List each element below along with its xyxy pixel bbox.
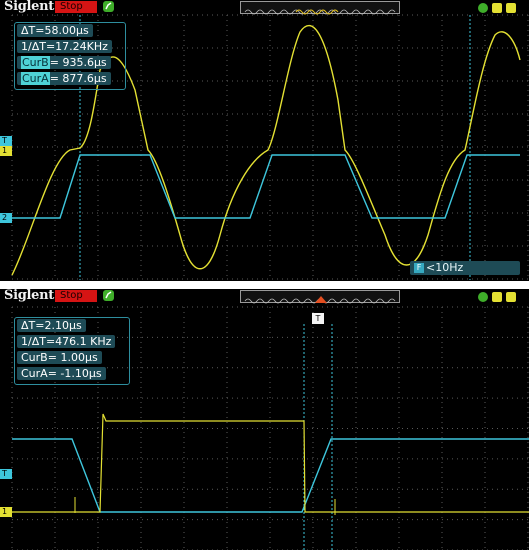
trigger-frequency-readout: F <10Hz [410, 261, 520, 275]
memory-waveform-icon [244, 296, 396, 304]
channel1-status-icon [492, 3, 502, 13]
readout-frequency: 1/ΔT=17.24KHz [17, 40, 112, 53]
run-state-badge[interactable]: Stop [55, 290, 97, 302]
status-bar-top: Siglent Stop [0, 0, 529, 15]
channel2-waveform [12, 438, 529, 513]
trigger-mode-icon [103, 1, 114, 12]
memory-timebase-bar[interactable] [240, 290, 400, 304]
readout-cursor-b: CurB= 1.00μs [17, 351, 102, 364]
trigger-mode-icon [103, 290, 114, 301]
trigger-level-marker[interactable]: T [0, 469, 12, 479]
channel2-status-icon [506, 292, 516, 302]
channel1-status-icon [492, 292, 502, 302]
readout-cursor-a: CurA= 877.6μs [17, 72, 111, 85]
status-icons [476, 289, 526, 303]
readout-cursor-a: CurA= -1.10μs [17, 367, 106, 380]
trigger-level-marker[interactable]: T [0, 136, 12, 146]
trigger-position-marker[interactable]: T [312, 313, 324, 324]
channel2-status-icon [506, 3, 516, 13]
channel2-offset-marker[interactable]: 2 [0, 213, 12, 223]
brand-logo: Siglent [4, 289, 54, 303]
memory-waveform-icon [244, 9, 396, 15]
readout-delta-t: ΔT=2.10μs [17, 319, 86, 332]
status-icons [476, 0, 526, 14]
readout-delta-t: ΔT=58.00μs [17, 24, 93, 37]
usb-icon [478, 292, 488, 302]
channel1-offset-marker[interactable]: 1 [0, 507, 12, 517]
status-bar-bottom: Siglent Stop [0, 289, 529, 304]
channel1-offset-marker[interactable]: 1 [0, 146, 12, 156]
trigger-frequency-icon: F [414, 263, 424, 273]
channel2-waveform [12, 154, 520, 219]
scope-screen-top: Siglent Stop ΔT=58.00μs 1/ΔT=17.24KHz Cu… [0, 0, 529, 281]
brand-logo: Siglent [4, 0, 54, 14]
run-state-badge[interactable]: Stop [55, 1, 97, 13]
memory-timebase-bar[interactable] [240, 1, 400, 15]
scope-screen-bottom: Siglent Stop ΔT=2.10μs 1/ΔT=476.1 KHz Cu… [0, 289, 529, 550]
usb-icon [478, 3, 488, 13]
readout-cursor-b: CurB= 935.6μs [17, 56, 111, 69]
readout-frequency: 1/ΔT=476.1 KHz [17, 335, 116, 348]
